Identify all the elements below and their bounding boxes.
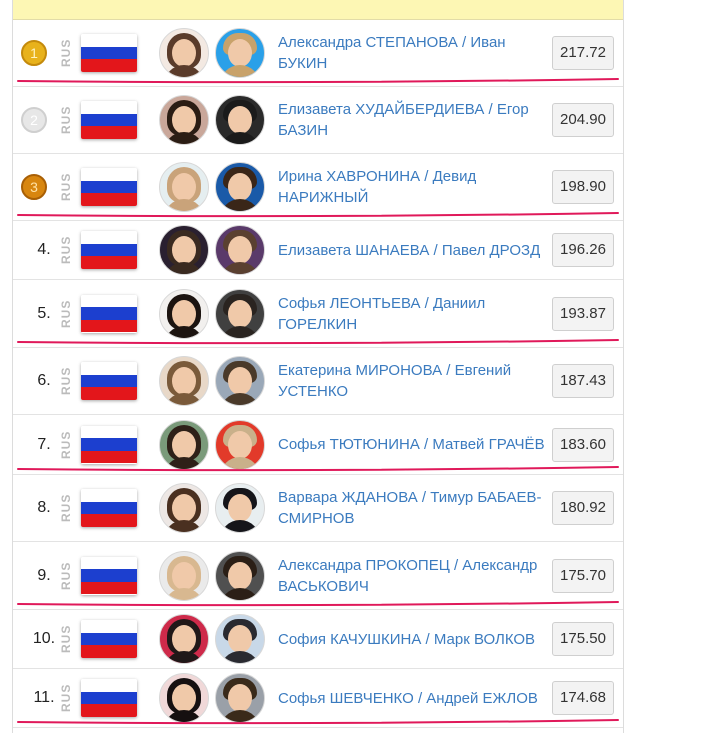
country-code: RUS [59, 172, 73, 202]
russia-flag-icon [81, 679, 137, 717]
country-code: RUS [59, 683, 73, 713]
skater-female-avatar[interactable] [159, 673, 209, 723]
result-row: 3 RUS Ирина ХАВРОНИНА / Девид НАРИЖНЫЙ 198.… [13, 154, 623, 221]
pair-names-link[interactable]: Софья ТЮТЮНИНА / Матвей ГРАЧЁВ [278, 434, 548, 455]
total-score: 204.90 [552, 103, 614, 137]
rank-number: 7. [37, 435, 51, 453]
skater-male-avatar[interactable] [215, 483, 265, 533]
skater-male-avatar[interactable] [215, 162, 265, 212]
skater-male-avatar[interactable] [215, 95, 265, 145]
skater-male-avatar[interactable] [215, 28, 265, 78]
gold-medal-icon: 1 [21, 40, 47, 66]
country-code: RUS [59, 561, 73, 590]
skater-male-avatar[interactable] [215, 550, 265, 601]
country-code: RUS [59, 366, 73, 396]
results-table: 1 RUS Александра СТЕПАНОВА / Иван БУКИН 217… [12, 0, 624, 733]
bronze-medal-icon: 3 [21, 174, 47, 200]
skater-male-avatar[interactable] [215, 614, 265, 664]
pair-names-link[interactable]: Александра ПРОКОПЕЦ / Александр ВАСЬКОВИ… [278, 555, 548, 597]
total-score: 180.92 [552, 491, 614, 525]
rank-number: 11. [33, 689, 55, 706]
skater-female-avatar[interactable] [159, 28, 209, 78]
pair-names-link[interactable]: Александра СТЕПАНОВА / Иван БУКИН [278, 32, 548, 74]
skater-female-avatar[interactable] [159, 162, 209, 212]
rank-number: 5. [37, 304, 51, 322]
skater-female-avatar[interactable] [159, 614, 209, 664]
result-row: 8. RUS Варвара ЖДАНОВА / Тимур БАБАЕВ-СМИР… [13, 475, 623, 542]
pair-names-link[interactable]: Елизавета ХУДАЙБЕРДИЕВА / Егор БАЗИН [278, 99, 548, 141]
result-row: 1 RUS Александра СТЕПАНОВА / Иван БУКИН 217… [13, 20, 623, 87]
skater-male-avatar[interactable] [215, 673, 265, 723]
pair-names-link[interactable]: Елизавета ШАНАЕВА / Павел ДРОЗД [278, 240, 548, 261]
russia-flag-icon [81, 231, 137, 269]
pair-names-link[interactable]: Ирина ХАВРОНИНА / Девид НАРИЖНЫЙ [278, 166, 548, 208]
rank-number: 9. [37, 566, 51, 584]
total-score: 175.50 [552, 622, 614, 656]
skater-female-avatar[interactable] [159, 288, 209, 339]
pair-names-link[interactable]: Екатерина МИРОНОВА / Евгений УСТЕНКО [278, 360, 548, 402]
pair-names-link[interactable]: Софья ШЕВЧЕНКО / Андрей ЕЖЛОВ [278, 688, 548, 709]
result-row: 4. RUS Елизавета ШАНАЕВА / Павел ДРОЗД 196.… [13, 221, 623, 280]
country-code: RUS [59, 624, 73, 654]
skater-female-avatar[interactable] [159, 483, 209, 533]
silver-medal-icon: 2 [21, 107, 47, 133]
russia-flag-icon [81, 620, 137, 658]
rank-number: 10. [32, 630, 56, 647]
skater-female-avatar[interactable] [159, 356, 209, 406]
russia-flag-icon [81, 101, 137, 139]
country-code: RUS [59, 430, 73, 459]
skater-female-avatar[interactable] [159, 95, 209, 145]
total-score: 183.60 [552, 427, 614, 462]
country-code: RUS [59, 235, 73, 265]
total-score: 198.90 [552, 170, 614, 204]
russia-flag-icon [81, 489, 137, 527]
russia-flag-icon [81, 34, 137, 72]
total-score: 193.87 [552, 296, 614, 331]
country-code: RUS [59, 105, 73, 135]
total-score: 175.70 [552, 558, 614, 593]
pair-names-link[interactable]: Варвара ЖДАНОВА / Тимур БАБАЕВ-СМИРНОВ [278, 487, 548, 529]
skater-female-avatar[interactable] [159, 419, 209, 470]
result-row: 10. RUS София КАЧУШКИНА / Марк ВОЛКОВ 175.5… [13, 610, 623, 669]
result-row: 5. RUS Софья ЛЕОНТЬЕВА / Даниил ГОРЕЛКИН 19… [13, 280, 623, 348]
result-row: 6. RUS Екатерина МИРОНОВА / Евгений УСТЕНК… [13, 348, 623, 415]
result-row: 11. RUS Софья ШЕВЧЕНКО / Андрей ЕЖЛОВ 174.6… [13, 669, 623, 728]
country-code: RUS [59, 38, 73, 68]
total-score: 217.72 [552, 36, 614, 70]
country-code: RUS [59, 299, 73, 328]
rank-number: 8. [37, 499, 51, 516]
russia-flag-icon [81, 425, 137, 464]
country-code: RUS [59, 493, 73, 523]
rank-number: 6. [37, 372, 51, 389]
pair-names-link[interactable]: София КАЧУШКИНА / Марк ВОЛКОВ [278, 629, 548, 650]
rank-number: 4. [37, 241, 51, 258]
skater-male-avatar[interactable] [215, 225, 265, 275]
skater-female-avatar[interactable] [159, 550, 209, 601]
total-score: 174.68 [552, 681, 614, 715]
skater-male-avatar[interactable] [215, 419, 265, 470]
pair-names-link[interactable]: Софья ЛЕОНТЬЕВА / Даниил ГОРЕЛКИН [278, 293, 548, 335]
results-list: 1 RUS Александра СТЕПАНОВА / Иван БУКИН 217… [13, 20, 623, 728]
result-row: 9. RUS Александра ПРОКОПЕЦ / Александр ВАС… [13, 542, 623, 610]
table-header [13, 0, 623, 20]
russia-flag-icon [81, 294, 137, 333]
russia-flag-icon [81, 362, 137, 400]
total-score: 187.43 [552, 364, 614, 398]
skater-male-avatar[interactable] [215, 356, 265, 406]
result-row: 2 RUS Елизавета ХУДАЙБЕРДИЕВА / Егор БАЗИН… [13, 87, 623, 154]
russia-flag-icon [81, 168, 137, 206]
result-row: 7. RUS Софья ТЮТЮНИНА / Матвей ГРАЧЁВ 183.6… [13, 415, 623, 475]
skater-female-avatar[interactable] [159, 225, 209, 275]
skater-male-avatar[interactable] [215, 288, 265, 339]
total-score: 196.26 [552, 233, 614, 267]
russia-flag-icon [81, 556, 137, 595]
